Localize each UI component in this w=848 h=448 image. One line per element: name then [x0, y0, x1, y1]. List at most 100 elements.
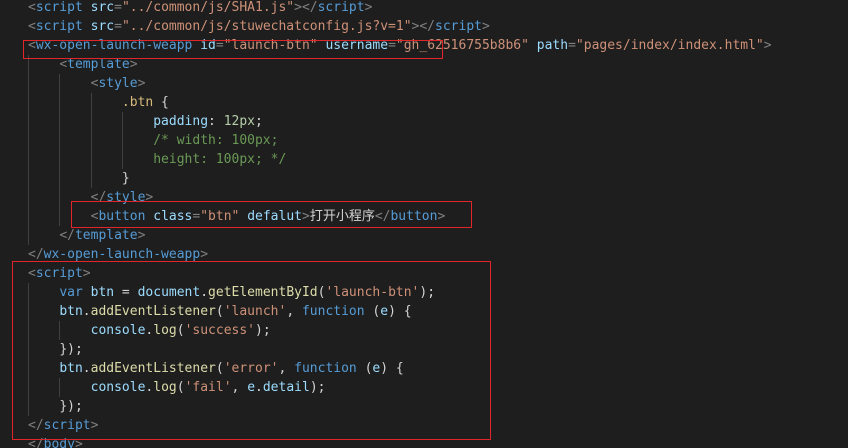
code-token: > [145, 190, 154, 205]
code-line[interactable]: btn.addEventListener('error', function (… [0, 359, 848, 378]
code-line[interactable]: </template> [0, 226, 848, 245]
code-line[interactable]: <wx-open-launch-weapp id="launch-btn" us… [0, 36, 848, 55]
code-token: . [200, 285, 209, 300]
code-token: class [153, 209, 193, 224]
code-token: , [231, 380, 248, 395]
code-token: : [208, 114, 224, 129]
code-line[interactable]: }); [0, 340, 848, 359]
indent-guide [28, 112, 29, 131]
code-token: button [98, 209, 146, 224]
indent-guide [90, 93, 92, 112]
code-line[interactable]: <style> [0, 74, 848, 93]
code-token: btn [59, 304, 83, 319]
code-line[interactable]: btn.addEventListener('launch', function … [0, 302, 848, 321]
indent-guide [59, 74, 61, 93]
code-token: > [90, 418, 99, 433]
code-line[interactable]: console.log('success'); [0, 321, 848, 340]
code-token: height: 100px; */ [153, 152, 287, 167]
code-line[interactable]: <script src="../common/js/stuwechatconfi… [0, 17, 848, 36]
code-token: style [98, 76, 138, 91]
code-line[interactable]: var btn = document.getElementById('launc… [0, 283, 848, 302]
code-token: ( [364, 304, 381, 319]
code-token: </ [28, 418, 44, 433]
code-token: }); [59, 342, 83, 357]
code-token: ); [419, 285, 436, 300]
code-token: getElementById [208, 285, 318, 300]
code-token: log [153, 380, 177, 395]
code-token: ( [215, 304, 224, 319]
code-line[interactable]: }); [0, 397, 848, 416]
code-token: ) { [388, 304, 412, 319]
indent-guide [59, 321, 61, 340]
code-line[interactable]: <script src="../common/js/SHA1.js"></scr… [0, 0, 848, 17]
code-line[interactable]: } [0, 169, 848, 188]
code-token: > [763, 38, 772, 53]
code-line[interactable]: </style> [0, 188, 848, 207]
indent-guide [28, 397, 29, 416]
code-line[interactable]: /* width: 100px; [0, 131, 848, 150]
code-token: button [390, 209, 438, 224]
indent-guide [121, 150, 123, 169]
code-token: , [278, 361, 295, 376]
code-token: script [35, 19, 83, 34]
code-token: 'success' [184, 323, 256, 338]
code-token: .btn [121, 95, 154, 110]
code-token: 'launch-btn' [325, 285, 420, 300]
code-token: script [317, 0, 365, 15]
code-token: > [74, 437, 83, 448]
indent-guide [28, 302, 29, 321]
code-token: "launch-btn" [223, 38, 318, 53]
code-token: 'error' [223, 361, 279, 376]
indent-guide [28, 359, 29, 378]
indent-guide [121, 131, 123, 150]
code-token: = [388, 38, 396, 53]
code-token: = [114, 19, 122, 34]
code-line[interactable]: <button class="btn" defalut>打开小程序</butto… [0, 207, 848, 226]
code-line[interactable]: <script> [0, 264, 848, 283]
code-token: src [90, 19, 115, 34]
code-line[interactable]: </script> [0, 416, 848, 435]
indent-guide [90, 169, 92, 188]
code-line[interactable]: .btn { [0, 93, 848, 112]
indent-guide [90, 112, 92, 131]
code-token: btn [59, 361, 83, 376]
code-token: < [28, 266, 36, 281]
code-line[interactable]: height: 100px; */ [0, 150, 848, 169]
code-line[interactable]: <template> [0, 55, 848, 74]
code-token: { [153, 95, 169, 110]
code-token: = [114, 0, 122, 15]
code-token: = [215, 38, 224, 53]
indent-guide [59, 112, 61, 131]
code-line[interactable]: console.log('fail', e.detail); [0, 378, 848, 397]
code-token: = [114, 285, 138, 300]
code-token: </ [374, 209, 391, 224]
code-token: ); [309, 380, 326, 395]
code-line[interactable]: </body> [0, 435, 848, 448]
indent-guide [28, 283, 29, 302]
code-area[interactable]: <script src="../common/js/SHA1.js"></scr… [0, 0, 848, 448]
indent-guide [28, 93, 29, 112]
code-line[interactable]: </wx-open-launch-weapp> [0, 245, 848, 264]
code-token: </ [28, 247, 44, 262]
code-token: wx-open-launch-weapp [35, 38, 193, 53]
code-token: script [43, 418, 91, 433]
code-token: > [137, 76, 146, 91]
code-token: < [59, 57, 68, 72]
code-editor[interactable]: <script src="../common/js/SHA1.js"></scr… [0, 0, 848, 448]
code-token: = [568, 38, 576, 53]
code-line[interactable]: padding: 12px; [0, 112, 848, 131]
code-token: 'fail' [184, 380, 232, 395]
code-token: body [43, 437, 75, 448]
code-token: . [82, 361, 91, 376]
code-token: username [325, 38, 389, 53]
